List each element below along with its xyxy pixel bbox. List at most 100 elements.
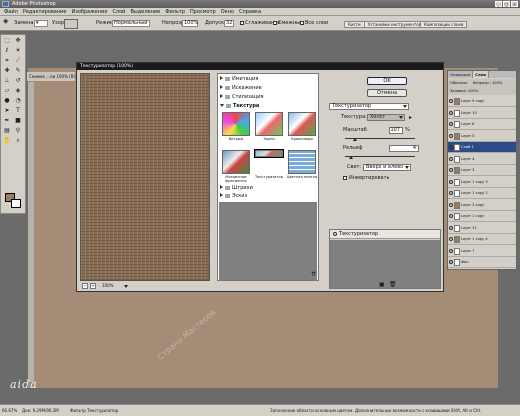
delete-effect-layer-icon[interactable]: 🗑 — [389, 281, 397, 288]
eyedropper-icon[interactable]: ⚲ — [14, 127, 22, 135]
layer-row[interactable]: Layer 7 — [448, 246, 516, 257]
layer-row[interactable]: Layer 4 — [448, 154, 516, 165]
type-icon[interactable]: T — [14, 107, 22, 115]
category-item[interactable]: Имитация — [220, 76, 316, 83]
category-item[interactable]: Штрихи — [220, 185, 316, 192]
paint-bucket-icon[interactable]: ◈ — [14, 87, 22, 95]
light-select[interactable]: Вверх и влево — [363, 164, 411, 171]
layer-row[interactable]: Слой 1 — [448, 142, 516, 153]
hand-icon[interactable]: ✋ — [3, 137, 11, 145]
visibility-eye-icon[interactable] — [449, 156, 453, 161]
blur-icon[interactable]: ● — [3, 97, 11, 105]
menu-view[interactable]: Просмотр — [190, 8, 216, 15]
layer-row[interactable]: Layer 8 — [448, 119, 516, 130]
tab-actions[interactable]: Операции — [448, 71, 474, 78]
fill-source-select[interactable]: ▾ — [34, 20, 48, 27]
invert-checkbox[interactable]: Инвертировать — [343, 175, 389, 182]
maximize-icon[interactable]: □ — [503, 1, 510, 7]
pattern-swatch[interactable] — [64, 19, 78, 29]
layer-row[interactable]: Layer 3 copy — [448, 200, 516, 211]
layer-row[interactable]: Layer 3 — [448, 165, 516, 176]
visibility-eye-icon[interactable] — [449, 202, 453, 207]
history-brush-icon[interactable]: ↺ — [14, 77, 22, 85]
marquee-icon[interactable]: ⬚ — [3, 37, 11, 45]
menu-layer[interactable]: Слой — [112, 8, 125, 15]
scale-field[interactable]: 107 — [389, 127, 403, 134]
zoom-in-button[interactable]: + — [90, 283, 96, 289]
eraser-icon[interactable]: ▱ — [3, 87, 11, 95]
layer-row[interactable]: Layer 5 — [448, 131, 516, 142]
layer-row[interactable]: Layer 1 copy 2 — [448, 188, 516, 199]
collapse-gallery-icon[interactable]: ⇈ — [311, 271, 316, 278]
layer-row[interactable]: Layer 10 — [448, 108, 516, 119]
menu-file[interactable]: Файл — [4, 8, 18, 15]
filter-thumb-stained-glass[interactable] — [222, 112, 250, 136]
menu-select[interactable]: Выделение — [130, 8, 160, 15]
close-icon[interactable]: × — [511, 1, 518, 7]
tab-layer-comps[interactable]: Композиции слоев — [420, 21, 468, 28]
lasso-icon[interactable]: ℓ — [3, 47, 11, 55]
ok-button[interactable]: OK — [367, 77, 407, 85]
minimize-icon[interactable]: _ — [495, 1, 502, 7]
visibility-eye-icon[interactable] — [449, 260, 453, 264]
layer-row[interactable]: Фон — [448, 257, 516, 268]
category-item[interactable]: Текстура — [220, 103, 316, 110]
relief-slider[interactable] — [345, 156, 415, 157]
filter-thumb-grain[interactable] — [255, 112, 283, 136]
scale-slider-knob[interactable] — [352, 138, 357, 141]
opacity-field[interactable]: 100% — [182, 20, 198, 27]
visibility-eye-icon[interactable] — [333, 231, 337, 236]
zoom-icon[interactable]: ⌕ — [14, 137, 22, 145]
visibility-eye-icon[interactable] — [449, 225, 453, 230]
category-item[interactable]: Стилизация — [220, 94, 316, 101]
filter-preview[interactable] — [80, 73, 210, 281]
zoom-level[interactable]: 100% — [102, 282, 113, 290]
visibility-eye-icon[interactable] — [449, 248, 453, 253]
tab-tool-presets[interactable]: Установки инструментов — [364, 21, 426, 28]
visibility-eye-icon[interactable] — [449, 110, 453, 115]
menu-filter[interactable]: Фильтр — [165, 8, 185, 15]
layer-row[interactable]: Layer 1 copy — [448, 211, 516, 222]
new-effect-layer-icon[interactable]: ▣ — [379, 281, 385, 288]
pen-icon[interactable]: ✒ — [3, 117, 11, 125]
relief-slider-knob[interactable] — [348, 156, 353, 159]
shape-icon[interactable]: ■ — [14, 117, 22, 125]
visibility-eye-icon[interactable] — [449, 191, 453, 195]
slice-icon[interactable]: ⟋ — [14, 57, 22, 65]
stamp-icon[interactable]: ⊥ — [3, 77, 11, 85]
crop-icon[interactable]: ⌗ — [3, 57, 11, 65]
effect-layer-item[interactable]: Текстуризатор — [330, 230, 440, 239]
visibility-eye-icon[interactable] — [449, 145, 453, 149]
menu-edit[interactable]: Редактирование — [23, 8, 67, 15]
magic-wand-icon[interactable]: ✶ — [14, 47, 22, 55]
status-doc-size[interactable]: Док: 9,29M/90,3M — [22, 405, 59, 416]
visibility-eye-icon[interactable] — [449, 179, 453, 184]
tab-brushes[interactable]: Кисти — [344, 21, 365, 28]
layer-fill[interactable]: Заливка: 100% — [450, 89, 478, 93]
zoom-dropdown-icon[interactable] — [124, 285, 128, 288]
healing-icon[interactable]: ✚ — [3, 67, 11, 75]
background-color-swatch[interactable] — [11, 199, 21, 208]
tab-layers[interactable]: Слои — [473, 71, 489, 78]
visibility-eye-icon[interactable] — [449, 122, 453, 126]
mode-select[interactable]: Нормальный — [112, 20, 150, 27]
filter-thumb-craquelure[interactable] — [288, 112, 316, 136]
brush-icon[interactable]: ✎ — [14, 67, 22, 75]
visibility-eye-icon[interactable] — [449, 237, 453, 241]
contiguous-checkbox[interactable]: Смежные — [273, 20, 303, 27]
all-layers-checkbox[interactable]: Все слои — [300, 20, 328, 27]
move-icon[interactable]: ✥ — [14, 37, 22, 45]
zoom-out-button[interactable]: − — [82, 283, 88, 289]
path-select-icon[interactable]: ➤ — [3, 107, 11, 115]
filter-thumb-patchwork[interactable] — [288, 150, 316, 174]
tolerance-field[interactable]: 32 — [224, 20, 234, 27]
visibility-eye-icon[interactable] — [449, 168, 453, 172]
menu-help[interactable]: Справка — [239, 8, 261, 15]
filter-select[interactable]: Текстуризатор — [329, 103, 409, 110]
notes-icon[interactable]: ▤ — [3, 127, 11, 135]
filter-thumb-mosaic-tiles[interactable] — [222, 150, 250, 174]
texture-select[interactable]: Холст — [367, 114, 405, 121]
cancel-button[interactable]: Отмена — [367, 89, 407, 97]
layer-row[interactable]: Layer 9 copy — [448, 96, 516, 107]
visibility-eye-icon[interactable] — [449, 99, 453, 103]
